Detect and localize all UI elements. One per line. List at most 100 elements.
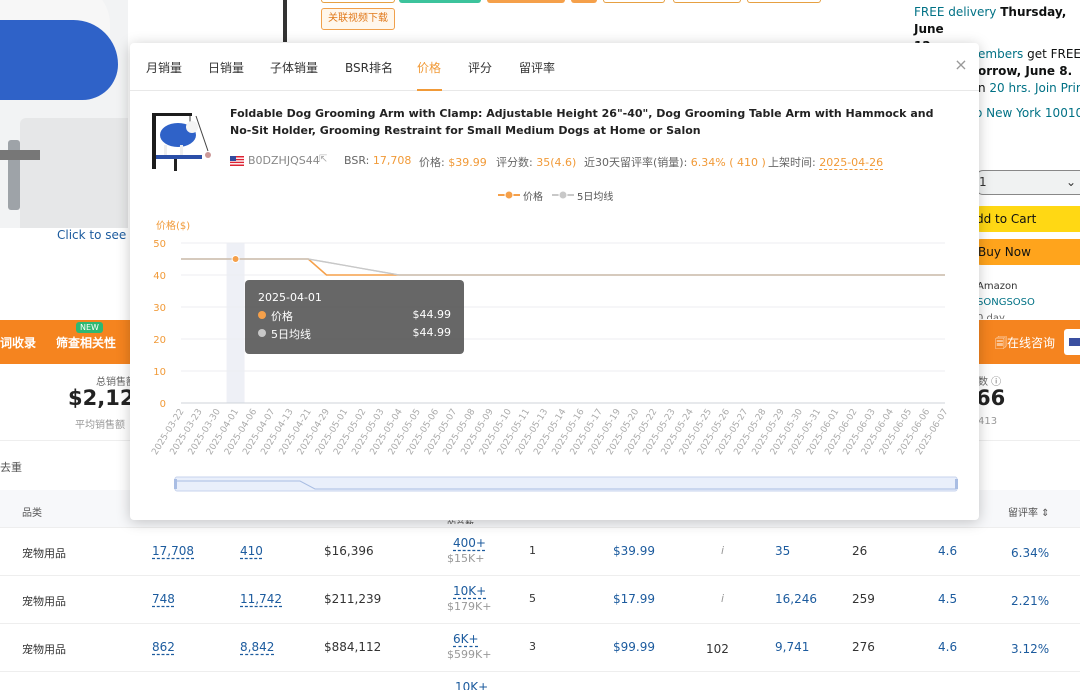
series-line-ma5-overlay — [181, 258, 945, 276]
cell-sub-sub: $179K+ — [447, 600, 492, 613]
join-prime-link[interactable]: Join Prime — [1031, 81, 1080, 95]
top-button-2[interactable] — [399, 0, 481, 3]
tooltip-price-row: 价格 $44.99 — [258, 308, 452, 323]
series-line-ma5[interactable] — [181, 258, 945, 276]
cell-units[interactable]: 8,842 — [240, 640, 274, 654]
deliver-to-location[interactable]: o New York 10010 — [975, 106, 1080, 120]
keyword-index-button[interactable]: 词收录 — [0, 334, 36, 351]
cell-reviews[interactable]: 9,741 — [775, 640, 809, 654]
online-consult-button[interactable]: 🗐在线咨询 — [995, 334, 1055, 355]
y-tick-label: 10 — [153, 367, 166, 378]
chart-tooltip: 2025-04-01 价格 $44.99 5日均线 $44.99 — [245, 280, 464, 354]
cell-variants: 1 — [529, 544, 536, 557]
cell-revenue: $211,239 — [324, 592, 382, 606]
column-header-review-rate[interactable]: 留评率 ⇕ — [1008, 504, 1050, 519]
cell-rating[interactable]: 4.6 — [938, 544, 957, 558]
tooltip-price-dot — [258, 311, 266, 319]
cell-rating[interactable]: 4.5 — [938, 592, 957, 606]
cell-sub-sub: $599K+ — [447, 648, 492, 661]
cell-reviews[interactable]: 35 — [775, 544, 790, 558]
cell-fba: 102 — [706, 642, 729, 656]
avg-sales-label: 平均销售额 — [75, 420, 125, 431]
return-days: 0 day — [977, 313, 1005, 319]
top-button-7[interactable] — [747, 0, 821, 3]
cell-rate[interactable]: 3.12% — [1011, 642, 1049, 656]
cell-revenue: $884,112 — [324, 640, 382, 654]
cell-variants: 3 — [529, 640, 536, 653]
product-main-image[interactable] — [0, 0, 128, 228]
top-button-6[interactable] — [673, 0, 741, 3]
top-button-1[interactable] — [321, 0, 395, 3]
next-row-partial[interactable]: 10K+ — [455, 680, 488, 690]
column-header-category: 品类 — [22, 508, 42, 519]
tooltip-ma-value: $44.99 — [412, 326, 452, 339]
tooltip-ma-label: 5日均线 — [271, 328, 311, 341]
hover-point[interactable] — [231, 255, 240, 264]
cell-units[interactable]: 11,742 — [240, 592, 282, 606]
zoom-handle-left[interactable] — [174, 479, 177, 489]
tooltip-price-label: 价格 — [271, 310, 293, 323]
cell-rate[interactable]: 2.21% — [1011, 594, 1049, 608]
cell-sub-main[interactable]: 6K+ — [453, 632, 479, 646]
cell-price[interactable]: $99.99 — [613, 640, 655, 654]
y-tick-label: 40 — [153, 271, 166, 282]
cell-sub-main[interactable]: 10K+ — [453, 584, 486, 598]
cell-sub-main[interactable]: 400+ — [453, 536, 486, 550]
tooltip-price-value: $44.99 — [412, 308, 452, 321]
cell-category: 宠物用品 — [22, 595, 66, 608]
add-to-cart-button[interactable]: dd to Cart — [968, 206, 1080, 232]
cell-price[interactable]: $39.99 — [613, 544, 655, 558]
prime-members-info: embers get FREE orrow, June 8. n 20 hrs.… — [978, 46, 1080, 97]
members-link[interactable]: embers — [978, 47, 1023, 61]
cell-variants: 5 — [529, 592, 536, 605]
count-sub: 413 — [978, 416, 998, 427]
count-value: 66 — [976, 386, 1006, 410]
cell-rating[interactable]: 4.6 — [938, 640, 957, 654]
quantity-select[interactable]: 1 ⌄ — [976, 170, 1080, 195]
table-row: 宠物用品 862 8,842 $884,112 6K+ $599K+ 3 $99.99 102 9… — [0, 624, 1080, 672]
table-row: 宠物用品 748 11,742 $211,239 10K+ $179K+ 5 $17.99 i 1… — [0, 576, 1080, 624]
price-trend-popup: 月销量 日销量 子体销量 BSR排名 价格 评分 留评率 × Foldable … — [130, 43, 979, 520]
delivery-prefix[interactable]: FREE delivery — [914, 5, 1000, 19]
cell-mark: i — [721, 544, 725, 557]
cell-units[interactable]: 410 — [240, 544, 263, 558]
screen-relevance-button[interactable]: 筛查相关性 — [56, 334, 116, 351]
cell-rate[interactable]: 6.34% — [1011, 546, 1049, 560]
top-button-5[interactable] — [603, 0, 665, 3]
top-button-3[interactable] — [487, 0, 565, 3]
cell-bsr[interactable]: 748 — [152, 592, 175, 606]
image-divider — [283, 0, 287, 42]
new-badge: NEW — [76, 322, 103, 333]
top-button-4[interactable] — [571, 0, 597, 3]
quantity-value: 1 — [979, 175, 987, 189]
cell-price[interactable]: $17.99 — [613, 592, 655, 606]
cell-bsr[interactable]: 17,708 — [152, 544, 194, 558]
series-line-price[interactable] — [181, 258, 945, 276]
cell-category: 宠物用品 — [22, 547, 66, 560]
y-axis-label: 价格($) — [156, 219, 190, 232]
cell-category: 宠物用品 — [22, 643, 66, 656]
cell-ratings: 276 — [852, 640, 875, 654]
tooltip-date: 2025-04-01 — [258, 291, 322, 304]
us-flag-icon[interactable] — [1064, 329, 1080, 355]
y-tick-label: 0 — [160, 399, 166, 410]
cell-mark: i — [721, 592, 725, 605]
zoom-handle-right[interactable] — [955, 479, 958, 489]
buy-now-button[interactable]: Buy Now — [968, 239, 1080, 265]
members-get-free: get FREE — [1023, 47, 1080, 61]
cell-bsr[interactable]: 862 — [152, 640, 175, 654]
cell-ratings: 259 — [852, 592, 875, 606]
cell-ratings: 26 — [852, 544, 868, 558]
cell-reviews[interactable]: 16,246 — [775, 592, 817, 606]
cell-revenue: $16,396 — [324, 544, 374, 558]
sold-by-link[interactable]: SONGSOSO — [977, 297, 1035, 308]
related-video-download-button[interactable]: 关联视频下载 — [321, 8, 395, 30]
table-row: 宠物用品 17,708 410 $16,396 400+ $15K+ 1 $39.99 i 35 2… — [0, 528, 1080, 576]
tooltip-ma-row: 5日均线 $44.99 — [258, 326, 452, 341]
y-tick-label: 50 — [153, 239, 166, 250]
ships-from: Amazon — [977, 281, 1018, 292]
order-within: 20 hrs. — [989, 81, 1032, 95]
y-tick-label: 20 — [153, 335, 166, 346]
chevron-down-icon: ⌄ — [1065, 175, 1076, 189]
dedupe-toggle[interactable]: 去重 — [0, 459, 22, 475]
